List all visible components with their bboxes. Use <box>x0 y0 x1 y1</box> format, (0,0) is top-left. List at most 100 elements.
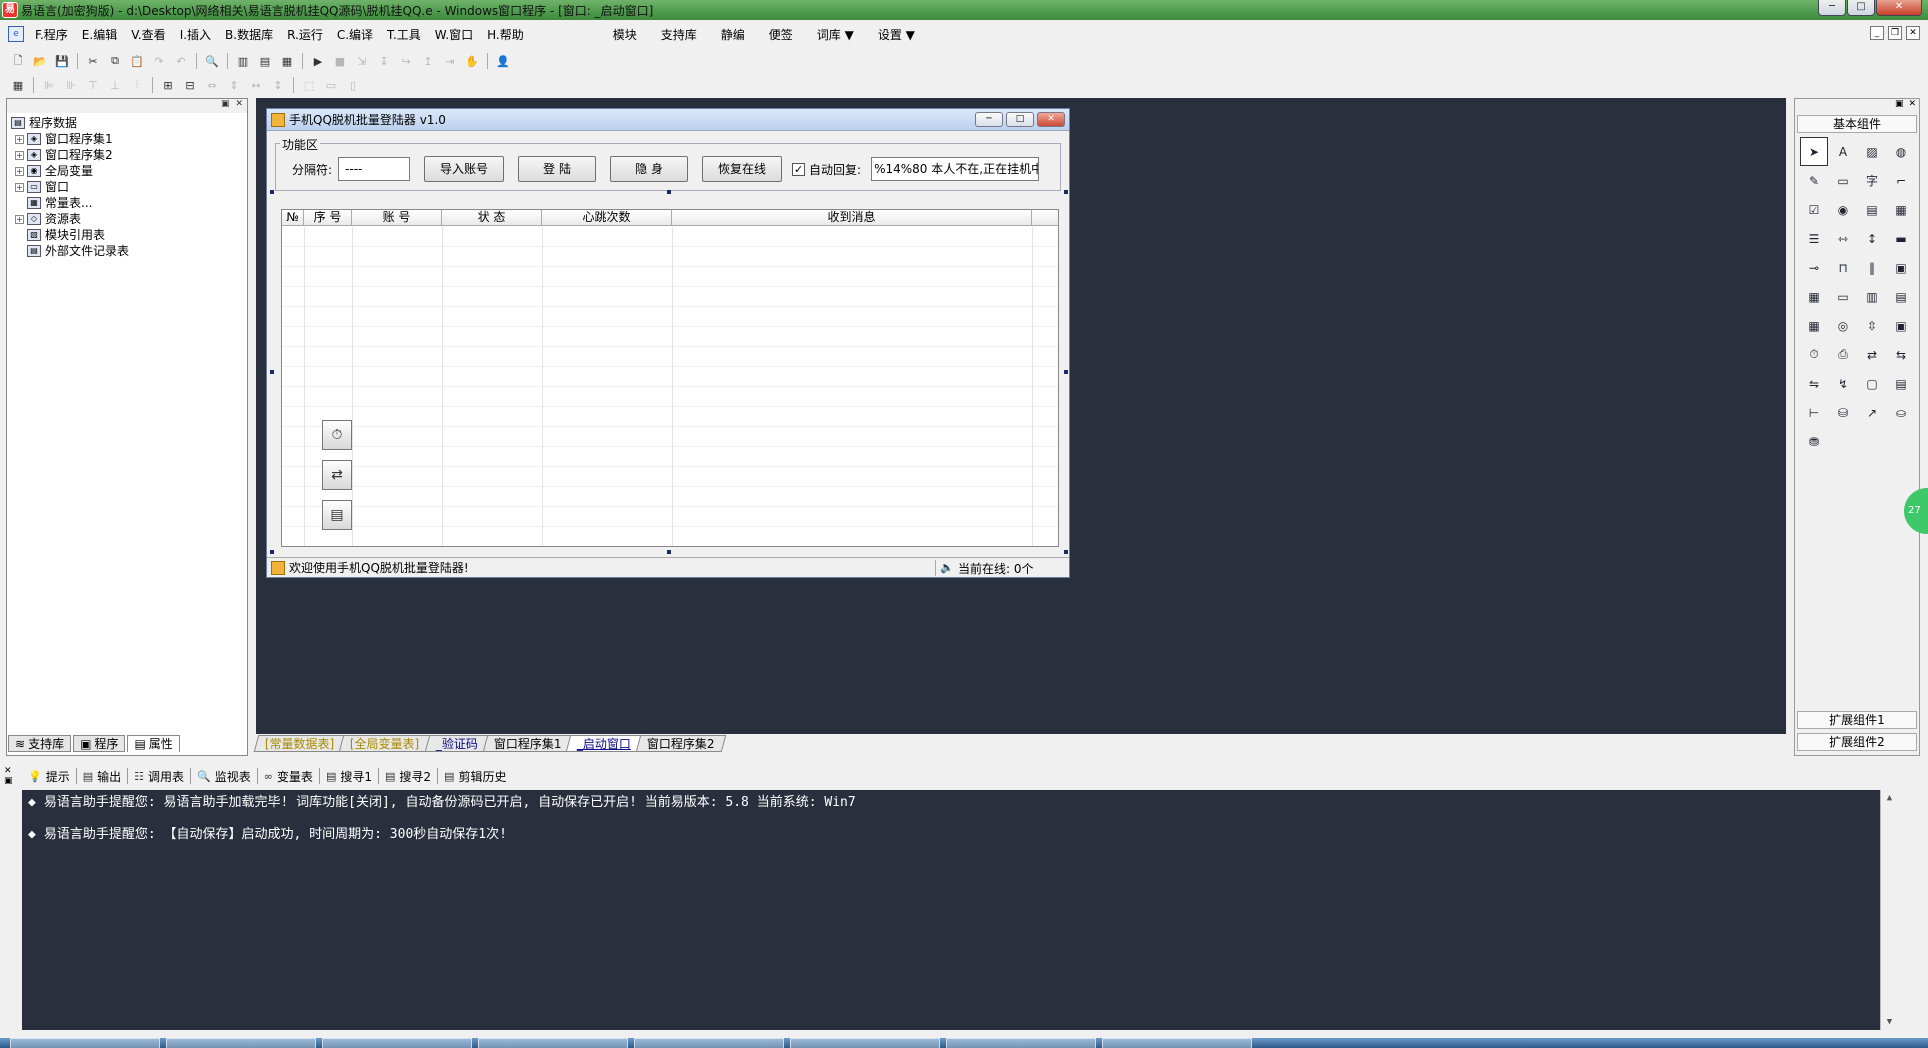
expand-icon[interactable]: + <box>15 150 24 160</box>
split-icon[interactable]: ⇳ <box>1858 311 1886 340</box>
function-groupbox[interactable]: 功能区 分隔符: ---- 导入账号 登 陆 隐 身 恢复在线 ✓ 自动回复: … <box>275 136 1061 191</box>
frame-icon[interactable]: ▣ <box>1887 253 1915 282</box>
tree-icon[interactable]: ⊢ <box>1800 398 1828 427</box>
restore-online-button[interactable]: 恢复在线 <box>702 156 783 182</box>
center-h-icon[interactable]: ⊞ <box>158 76 178 94</box>
server-icon[interactable]: ⇋ <box>1800 369 1828 398</box>
menu-help[interactable]: H.帮助 <box>480 26 531 43</box>
menu-module[interactable]: 模块 <box>601 26 649 43</box>
separator-input[interactable]: ---- <box>338 157 411 181</box>
odbc-db-icon[interactable]: ⛃ <box>1800 427 1828 456</box>
tab-clipboard-history[interactable]: ▤ 剪辑历史 <box>438 768 512 784</box>
align-top-icon[interactable]: ⊤ <box>83 76 103 94</box>
menu-database[interactable]: B.数据库 <box>218 26 280 43</box>
stop-icon[interactable]: ■ <box>330 52 350 70</box>
output-scrollbar[interactable]: ▲ ▼ <box>1880 790 1898 1030</box>
list-icon[interactable]: ☰ <box>1800 224 1828 253</box>
tab-program[interactable]: ▣ 程序 <box>73 735 126 752</box>
image-button-icon[interactable]: ▥ <box>1858 282 1886 311</box>
hand-icon[interactable]: ✋ <box>462 52 482 70</box>
menu-settings[interactable]: 设置 ▼ <box>866 26 927 43</box>
palette-pin-icon[interactable]: ▣ <box>1895 99 1904 111</box>
column-header[interactable]: 心跳次数 <box>542 210 672 225</box>
taskbar-item[interactable] <box>322 1038 472 1048</box>
menu-tools[interactable]: T.工具 <box>380 26 428 43</box>
line-icon[interactable]: ⌐ <box>1887 166 1915 195</box>
menu-lexicon[interactable]: 词库 ▼ <box>805 26 866 43</box>
text-icon[interactable]: 字 <box>1858 166 1886 195</box>
grid-icon[interactable]: ▦ <box>8 76 28 94</box>
tab-captcha[interactable]: _验证码 <box>424 735 489 752</box>
shape-icon[interactable]: ◍ <box>1887 137 1915 166</box>
copy-icon[interactable]: ⧉ <box>105 52 125 70</box>
taskbar-item[interactable] <box>166 1038 316 1048</box>
tab-output[interactable]: ▤ 输出 <box>77 768 129 784</box>
tab-hint[interactable]: 💡 提示 <box>22 768 77 784</box>
same-width-icon[interactable]: ↔ <box>246 76 266 94</box>
tab-constant-table[interactable]: [常量数据表] <box>253 735 345 752</box>
network-icon[interactable]: ⇄ <box>1858 340 1886 369</box>
space-v-icon[interactable]: ⇕ <box>224 76 244 94</box>
auto-reply-checkbox[interactable]: ✓ <box>792 162 806 176</box>
tree-item-window[interactable]: + ▭ 窗口 <box>11 179 247 195</box>
palette-title[interactable]: 基本组件 <box>1797 115 1917 133</box>
groupbox-icon[interactable]: ▭ <box>1829 166 1857 195</box>
form-close-icon[interactable]: ✕ <box>1037 112 1065 127</box>
tree-item-form-assembly-2[interactable]: + ◈ 窗口程序集2 <box>11 147 247 163</box>
textbox-icon[interactable]: ▭ <box>1829 282 1857 311</box>
find-icon[interactable]: 🔍 <box>202 52 222 70</box>
scroll-down-icon[interactable]: ▼ <box>1881 1014 1898 1030</box>
align-bottom-icon[interactable]: ⊥ <box>105 76 125 94</box>
expand-icon[interactable]: + <box>15 134 24 144</box>
auto-reply-input[interactable]: %14%80 本人不在,正在挂机中. <box>871 157 1040 181</box>
tab-search-2[interactable]: ▤ 搜寻2 <box>379 768 439 784</box>
network-client-icon[interactable]: ⇄ <box>322 460 352 490</box>
pointer-icon[interactable]: ➤ <box>1800 137 1828 166</box>
scroll-up-icon[interactable]: ▲ <box>1881 790 1898 806</box>
menu-notes[interactable]: 便签 <box>757 26 805 43</box>
table-icon[interactable]: ▦ <box>1800 311 1828 340</box>
undo-icon[interactable]: ↶ <box>171 52 191 70</box>
tab-variables[interactable]: ∞ 变量表 <box>258 768 320 784</box>
dll-component-icon[interactable]: ▤ <box>322 500 352 530</box>
printer-icon[interactable]: ⎙ <box>1829 340 1857 369</box>
window-icon[interactable]: ▣ <box>1887 311 1915 340</box>
combobox-icon[interactable]: ▦ <box>1887 195 1915 224</box>
form-icon[interactable]: ▢ <box>1858 369 1886 398</box>
chart-icon[interactable]: ↗ <box>1858 398 1886 427</box>
mdi-restore-icon[interactable]: ❐ <box>1888 26 1902 40</box>
client-icon[interactable]: ⇆ <box>1887 340 1915 369</box>
menu-static-compile[interactable]: 静编 <box>709 26 757 43</box>
layout-bottom-icon[interactable]: ▦ <box>277 52 297 70</box>
menu-view[interactable]: V.查看 <box>124 26 172 43</box>
tab-global-var-table[interactable]: [全局变量表] <box>339 735 431 752</box>
serial-icon[interactable]: ↯ <box>1829 369 1857 398</box>
minimize-button[interactable]: ─ <box>1818 0 1846 16</box>
mdi-minimize-icon[interactable]: _ <box>1870 26 1884 40</box>
timer-icon[interactable]: ⏱ <box>1800 340 1828 369</box>
same-size-icon[interactable]: ⬚ <box>299 76 319 94</box>
align-left-icon[interactable]: ⊫ <box>39 76 59 94</box>
mdi-close-icon[interactable]: ✕ <box>1906 26 1920 40</box>
picture-icon[interactable]: ▨ <box>1858 137 1886 166</box>
column-header[interactable]: 状 态 <box>442 210 542 225</box>
tree-item-module-refs[interactable]: ▧ 模块引用表 <box>11 227 247 243</box>
extension-group-2[interactable]: 扩展组件2 <box>1797 733 1917 751</box>
draw-icon[interactable]: ✎ <box>1800 166 1828 195</box>
paste-icon[interactable]: 📋 <box>127 52 147 70</box>
column-header[interactable]: 账 号 <box>352 210 442 225</box>
menu-run[interactable]: R.运行 <box>280 26 330 43</box>
open-file-icon[interactable]: 📂 <box>30 52 50 70</box>
taskbar-item[interactable] <box>946 1038 1096 1048</box>
close-button[interactable]: ✕ <box>1876 0 1922 16</box>
radio-icon[interactable]: ◉ <box>1829 195 1857 224</box>
odbc-icon[interactable]: ⛀ <box>1887 398 1915 427</box>
taskbar-item[interactable] <box>634 1038 784 1048</box>
checkbox-icon[interactable]: ☑ <box>1800 195 1828 224</box>
expand-icon[interactable]: + <box>15 182 24 192</box>
cut-icon[interactable]: ✂ <box>83 52 103 70</box>
document-icon[interactable]: ▤ <box>1887 282 1915 311</box>
import-accounts-button[interactable]: 导入账号 <box>424 156 505 182</box>
grid-icon[interactable]: ▤ <box>1887 369 1915 398</box>
step-out-icon[interactable]: ↥ <box>418 52 438 70</box>
